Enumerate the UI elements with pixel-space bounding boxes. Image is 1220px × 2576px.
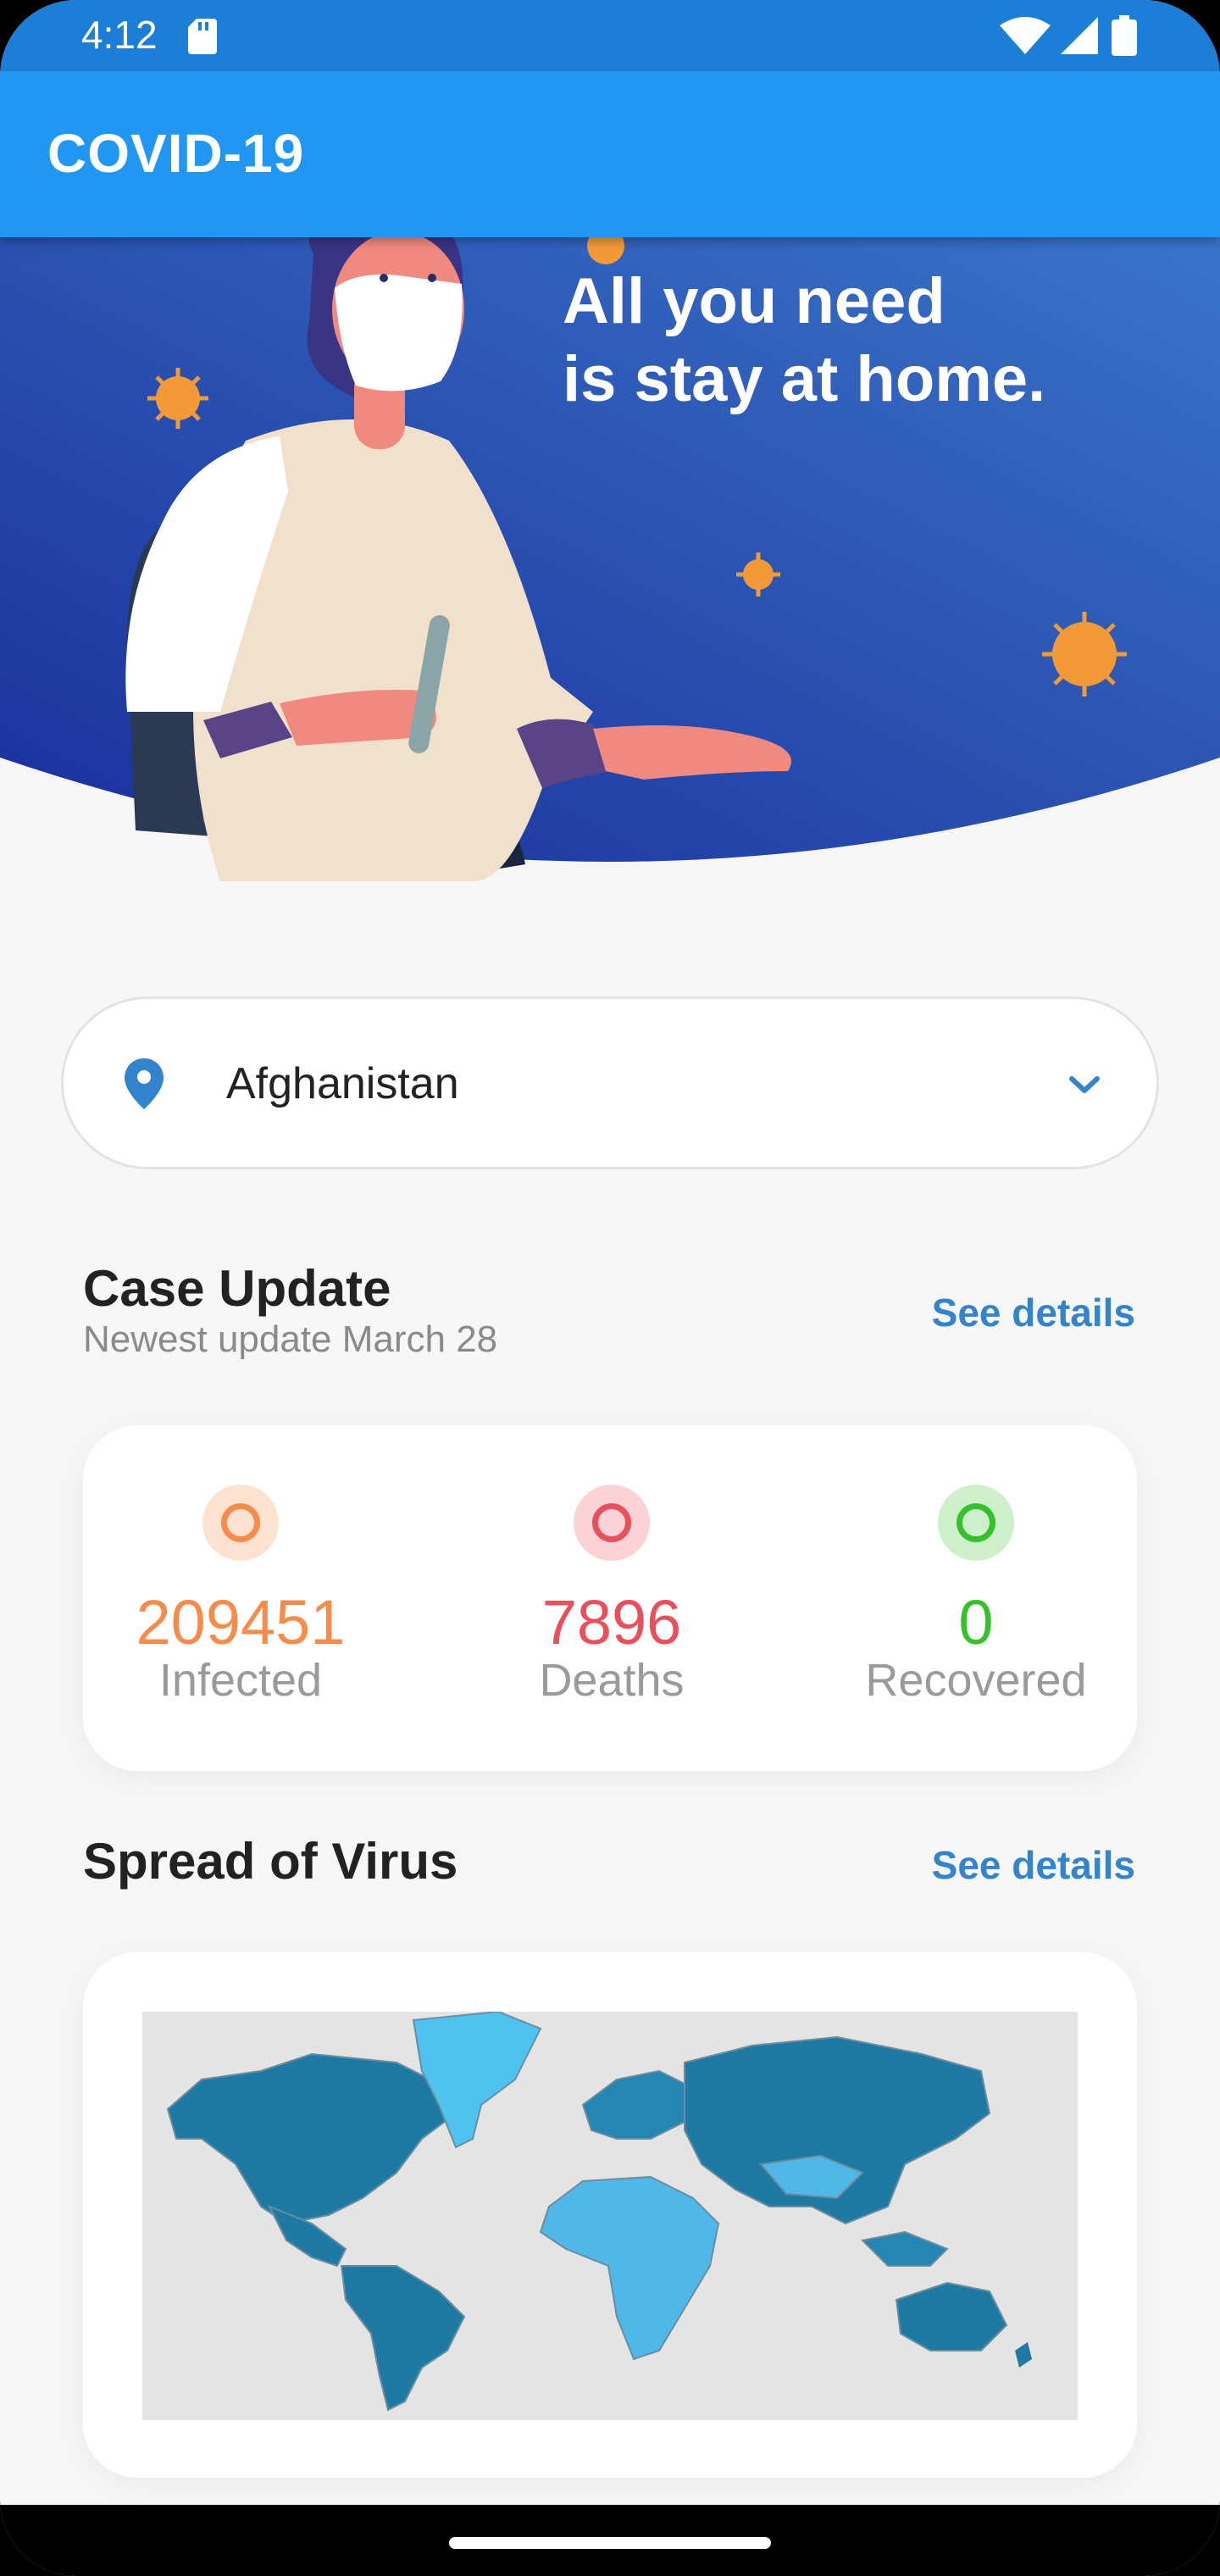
- case-update-subtitle: Newest update March 28: [83, 1319, 498, 1360]
- world-map[interactable]: [142, 2010, 1078, 2420]
- hero-line-1: All you need: [563, 265, 946, 337]
- stat-infected: 209451 Infected: [88, 1425, 393, 1771]
- location-pin-icon: [125, 1058, 164, 1109]
- spread-see-details-link[interactable]: See details: [932, 1842, 1135, 1888]
- infected-value: 209451: [136, 1587, 346, 1657]
- case-update-see-details-link[interactable]: See details: [932, 1290, 1135, 1335]
- infected-indicator-icon: [202, 1485, 279, 1561]
- case-update-title: Case Update: [83, 1260, 391, 1317]
- deaths-indicator-icon: [574, 1485, 650, 1561]
- phone-screen: 4:12 COVID-19 All you need is stay at ho…: [0, 0, 1220, 2576]
- signal-icon: [1061, 17, 1098, 54]
- home-gesture-handle[interactable]: [449, 2537, 771, 2549]
- case-stats-card: 209451 Infected 7896 Deaths 0 Recovered: [83, 1425, 1137, 1771]
- world-map-image: [166, 2010, 1032, 2412]
- app-title: COVID-19: [47, 123, 305, 184]
- chevron-down-icon: [1069, 1076, 1100, 1093]
- infected-label: Infected: [158, 1655, 323, 1706]
- sd-card-icon: [188, 19, 217, 54]
- wifi-icon: [1000, 17, 1051, 54]
- stat-recovered: 0 Recovered: [824, 1425, 1128, 1771]
- country-dropdown[interactable]: Afghanistan: [61, 997, 1159, 1169]
- spread-map-card: [83, 1952, 1137, 2478]
- status-time: 4:12: [81, 13, 158, 57]
- deaths-value: 7896: [541, 1587, 682, 1657]
- system-nav-bar: [0, 2505, 1220, 2576]
- battery-icon: [1112, 15, 1137, 56]
- deaths-label: Deaths: [539, 1655, 685, 1706]
- recovered-value: 0: [958, 1587, 994, 1657]
- stat-deaths: 7896 Deaths: [459, 1425, 764, 1771]
- app-bar: COVID-19: [0, 71, 1220, 237]
- spread-title: Spread of Virus: [83, 1833, 458, 1890]
- hero-banner: All you need is stay at home.: [0, 237, 1220, 881]
- recovered-label: Recovered: [865, 1655, 1087, 1706]
- selected-country: Afghanistan: [226, 1059, 459, 1108]
- recovered-indicator-icon: [938, 1485, 1014, 1561]
- hero-message: All you need is stay at home.: [563, 263, 1105, 419]
- status-bar: 4:12: [0, 0, 1220, 71]
- hero-line-2: is stay at home.: [563, 343, 1046, 415]
